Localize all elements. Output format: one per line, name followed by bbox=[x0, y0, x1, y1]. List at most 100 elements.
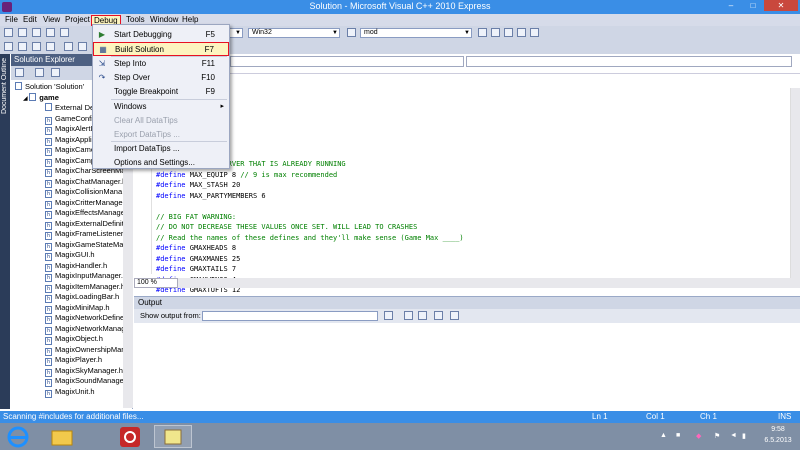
scope-dropdown[interactable] bbox=[230, 56, 464, 67]
tree-file-item[interactable]: h MagixLoadingBar.h bbox=[11, 292, 123, 303]
previous-message-icon[interactable] bbox=[404, 311, 413, 320]
new-project-icon[interactable] bbox=[4, 28, 13, 37]
build-solution-item[interactable]: ▦ Build Solution F7 bbox=[93, 42, 229, 56]
menu-view[interactable]: View bbox=[41, 15, 62, 26]
tree-item-label: MagixCamp bbox=[55, 155, 96, 165]
tree-file-item[interactable]: h MagixEffectsManage bbox=[11, 208, 123, 219]
folder-icon bbox=[45, 103, 52, 111]
step-into-item[interactable]: ⇲ Step Into F11 bbox=[93, 57, 229, 71]
tree-file-item[interactable]: h MagixSkyManager.h bbox=[11, 366, 123, 377]
network-signal-icon[interactable]: ▮ bbox=[742, 432, 746, 440]
tree-file-item[interactable]: h MagixGUI.h bbox=[11, 250, 123, 261]
clock-date[interactable]: 6.5.2013 bbox=[758, 437, 798, 444]
open-file-icon[interactable] bbox=[32, 28, 41, 37]
tree-item-label: MagixGameStateMan bbox=[55, 239, 123, 249]
menu-file[interactable]: File bbox=[3, 15, 20, 26]
find-message-icon[interactable] bbox=[384, 311, 393, 320]
tree-file-item[interactable]: h MagixPlayer.h bbox=[11, 355, 123, 366]
find-icon[interactable] bbox=[478, 28, 487, 37]
toolbox-icon[interactable] bbox=[517, 28, 526, 37]
tree-file-item[interactable]: h MagixGameStateMan bbox=[11, 240, 123, 251]
add-item-icon[interactable] bbox=[18, 28, 27, 37]
document-outline-tab[interactable]: Document Outline bbox=[0, 54, 10, 409]
folder-icon bbox=[15, 82, 22, 90]
volume-icon[interactable]: ◄ bbox=[730, 432, 737, 439]
refresh-icon[interactable] bbox=[51, 68, 60, 77]
save-all-icon[interactable] bbox=[60, 28, 69, 37]
windows-item[interactable]: Windows ▸ bbox=[93, 100, 229, 114]
menu-project[interactable]: Project bbox=[63, 15, 92, 26]
shield-icon[interactable]: ◆ bbox=[696, 432, 701, 440]
object-browser-icon[interactable] bbox=[504, 28, 513, 37]
tree-file-item[interactable]: h MagixUnit.h bbox=[11, 387, 123, 398]
platform-dropdown[interactable]: Win32 ▼ bbox=[248, 28, 340, 38]
code-line: #define GMAXHEADS 8 bbox=[156, 244, 237, 252]
flag-icon[interactable]: ⚑ bbox=[714, 432, 720, 440]
tree-file-item[interactable]: h MagixFrameListener. bbox=[11, 229, 123, 240]
toggle-breakpoint-item[interactable]: Toggle Breakpoint F9 bbox=[93, 85, 229, 99]
tree-item-label: MagixNetworkDefine bbox=[55, 313, 123, 322]
options-and-settings-item[interactable]: Options and Settings... bbox=[93, 156, 229, 170]
properties-icon[interactable] bbox=[15, 68, 24, 77]
clock-time[interactable]: 9:58 bbox=[760, 426, 796, 433]
next-message-icon[interactable] bbox=[418, 311, 427, 320]
properties-icon[interactable] bbox=[491, 28, 500, 37]
parameter-info-icon[interactable] bbox=[18, 42, 27, 51]
zoom-dropdown[interactable]: 100 % bbox=[134, 278, 178, 288]
import-datatips-item[interactable]: Import DataTips ... bbox=[93, 142, 229, 156]
clear-all-icon[interactable] bbox=[434, 311, 443, 320]
file-explorer-icon[interactable] bbox=[46, 425, 88, 448]
display-object-member-list-icon[interactable] bbox=[4, 42, 13, 51]
output-source-dropdown[interactable] bbox=[202, 311, 378, 321]
export-datatips-item: Export DataTips ... bbox=[93, 128, 229, 142]
tree-file-item[interactable]: h MagixSoundManager bbox=[11, 376, 123, 387]
tree-file-item[interactable]: h MagixHandler.h bbox=[11, 261, 123, 272]
editor-horizontal-bar: 100 % bbox=[134, 278, 800, 288]
comment-icon[interactable] bbox=[64, 42, 73, 51]
show-hidden-icons-icon[interactable]: ▲ bbox=[660, 432, 667, 439]
tree-file-item[interactable]: h MagixCritterManage bbox=[11, 198, 123, 209]
tree-file-item[interactable]: h MagixOwnershipMar bbox=[11, 345, 123, 356]
start-page-icon[interactable] bbox=[530, 28, 539, 37]
tree-file-item[interactable]: h MagixExternalDefinit bbox=[11, 219, 123, 230]
zoom-value: 100 % bbox=[137, 279, 157, 286]
tray-app-icon[interactable]: ■ bbox=[676, 432, 680, 439]
minimize-button[interactable]: – bbox=[720, 0, 742, 11]
tree-file-item[interactable]: h MagixCollisionMana bbox=[11, 187, 123, 198]
menu-item-label: Clear All DataTips bbox=[114, 116, 178, 125]
tree-item-label: MagixFrameListener. bbox=[55, 229, 123, 238]
find-combo[interactable]: mod ▼ bbox=[360, 28, 472, 38]
visual-studio-taskbar-button[interactable] bbox=[154, 425, 192, 448]
power-app-icon[interactable] bbox=[116, 425, 158, 448]
menu-item-shortcut: F7 bbox=[204, 45, 214, 54]
tree-file-item[interactable]: h MagixNetworkDefine bbox=[11, 313, 123, 324]
editor-vertical-scrollbar[interactable] bbox=[790, 88, 800, 278]
show-all-files-icon[interactable] bbox=[35, 68, 44, 77]
menu-item-label: Windows bbox=[114, 102, 147, 111]
word-completion-icon[interactable] bbox=[46, 42, 55, 51]
maximize-button[interactable]: □ bbox=[742, 0, 764, 11]
menu-edit[interactable]: Edit bbox=[21, 15, 39, 26]
code-editor[interactable]: ines_h_ines_h_S:MAX_EQUIP ON A SERVER TH… bbox=[134, 74, 800, 305]
solution-config-dropdown[interactable]: ▼ bbox=[229, 28, 243, 38]
tree-file-item[interactable]: h MagixNetworkManag bbox=[11, 324, 123, 335]
tree-item-label: MagixExternalDefinit bbox=[55, 218, 123, 228]
save-icon[interactable] bbox=[46, 28, 55, 37]
tree-file-item[interactable]: h MagixMiniMap.h bbox=[11, 303, 123, 314]
find-in-files-icon[interactable] bbox=[347, 28, 356, 37]
internet-explorer-icon[interactable] bbox=[4, 425, 46, 448]
quick-info-icon[interactable] bbox=[32, 42, 41, 51]
uncomment-icon[interactable] bbox=[78, 42, 87, 51]
tree-file-item[interactable]: h MagixObject.h bbox=[11, 334, 123, 345]
toggle-word-wrap-icon[interactable] bbox=[450, 311, 459, 320]
close-button[interactable]: ✕ bbox=[764, 0, 798, 11]
start-debugging-item[interactable]: ▶ Start Debugging F5 bbox=[93, 28, 229, 42]
tree-file-item[interactable]: h MagixInputManager. bbox=[11, 271, 123, 282]
tree-file-item[interactable]: h MagixItemManager.h bbox=[11, 282, 123, 293]
solution-explorer-title: Solution Explorer bbox=[14, 55, 75, 64]
debug-menu-dropdown: ▶ Start Debugging F5 ▦ Build Solution F7 ⇲ Step… bbox=[92, 24, 230, 169]
member-dropdown[interactable] bbox=[466, 56, 792, 67]
title-bar: Solution - Microsoft Visual C++ 2010 Exp… bbox=[0, 0, 800, 14]
tree-file-item[interactable]: h MagixChatManager.h bbox=[11, 177, 123, 188]
step-over-item[interactable]: ↷ Step Over F10 bbox=[93, 71, 229, 85]
